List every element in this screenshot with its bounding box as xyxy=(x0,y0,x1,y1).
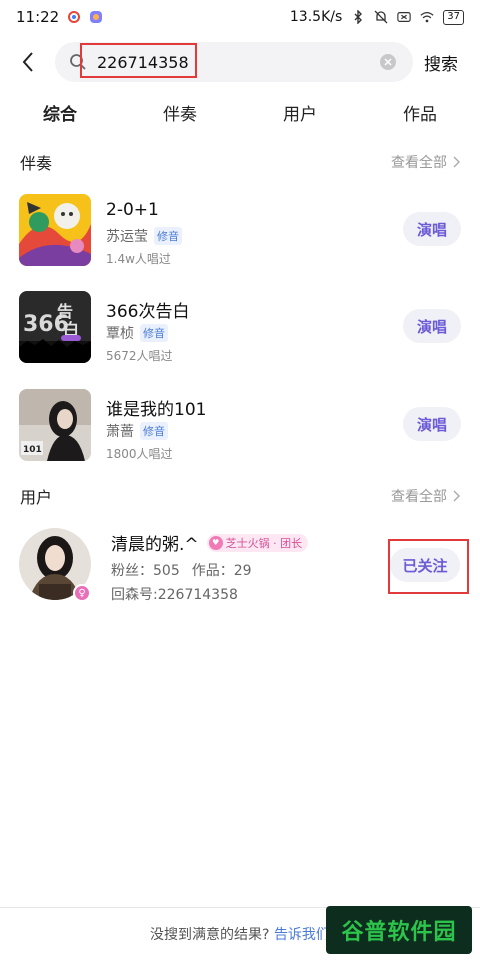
artist-name: 覃桢 xyxy=(106,326,134,342)
user-name-row: 清晨的粥.^ ♥ 芝士火锅 · 团长 xyxy=(111,530,309,555)
sim-off-icon xyxy=(397,10,411,24)
song-title: 2-0+1 xyxy=(106,200,159,220)
tab-comprehensive[interactable]: 综合 xyxy=(0,100,120,134)
feedback-link[interactable]: 告诉我们 xyxy=(274,927,330,943)
search-header: 搜索 xyxy=(0,42,480,82)
see-all-label: 查看全部 xyxy=(391,155,447,171)
clear-icon[interactable] xyxy=(380,54,396,70)
song-cover-image xyxy=(19,194,91,266)
works-count: 作品：29 xyxy=(191,563,252,579)
sing-count: 5672人唱过 xyxy=(106,349,173,363)
user-id: 回森号:226714358 xyxy=(111,587,238,603)
artist-name: 萧蔷 xyxy=(106,424,134,440)
app-notification-icon xyxy=(89,10,103,24)
user-name: 清晨的粥.^ xyxy=(111,535,199,555)
song-title: 谁是我的101 xyxy=(106,400,207,420)
fans-count: 粉丝：505 xyxy=(111,563,180,579)
app-notification-icon xyxy=(67,10,81,24)
user-stats: 粉丝：505 作品：29 xyxy=(111,560,252,580)
chevron-right-icon xyxy=(453,156,460,168)
svg-text:101: 101 xyxy=(23,445,42,455)
battery-indicator: 37 xyxy=(443,9,464,25)
tab-bar: 综合 伴奏 用户 作品 xyxy=(0,100,480,134)
see-all-users-link[interactable]: 查看全部 xyxy=(391,486,460,506)
song-item[interactable]: 366 告 白 366次告白 覃桢 修音 5672人唱过 演唱 xyxy=(19,291,461,365)
song-artist: 覃桢 修音 xyxy=(106,323,168,343)
net-speed: 13.5K/s xyxy=(289,9,343,25)
sing-button[interactable]: 演唱 xyxy=(403,309,461,343)
mute-bell-icon xyxy=(374,10,388,24)
accompaniment-section-header: 伴奏 查看全部 xyxy=(20,150,460,174)
artist-name: 苏运莹 xyxy=(106,229,148,245)
sing-button[interactable]: 演唱 xyxy=(403,212,461,246)
song-item[interactable]: 2-0+1 苏运莹 修音 1.4w人唱过 演唱 xyxy=(19,194,461,268)
feedback-text: 没搜到满意的结果? xyxy=(150,927,270,943)
back-arrow-icon xyxy=(22,52,33,72)
tuning-tag: 修音 xyxy=(140,324,168,342)
wifi-icon xyxy=(420,10,434,24)
song-artist: 萧蔷 修音 xyxy=(106,421,168,441)
sing-count: 1.4w人唱过 xyxy=(106,252,171,266)
user-group-badge: ♥ 芝士火锅 · 团长 xyxy=(206,533,309,552)
section-title: 伴奏 xyxy=(20,154,53,173)
back-button[interactable] xyxy=(14,46,42,78)
song-item[interactable]: 101 谁是我的101 萧蔷 修音 1800人唱过 演唱 xyxy=(19,389,461,463)
tuning-tag: 修音 xyxy=(140,422,168,440)
sing-count: 1800人唱过 xyxy=(106,447,173,461)
song-artist: 苏运莹 修音 xyxy=(106,226,182,246)
song-cover-image: 101 xyxy=(19,389,91,461)
sing-button[interactable]: 演唱 xyxy=(403,407,461,441)
follow-highlight-box xyxy=(388,539,469,594)
search-highlight-box xyxy=(80,43,197,78)
see-all-accompaniment-link[interactable]: 查看全部 xyxy=(391,152,460,172)
watermark-logo: 谷普软件园 xyxy=(326,906,472,954)
tab-works[interactable]: 作品 xyxy=(360,100,480,134)
section-title: 用户 xyxy=(20,488,53,507)
status-bar: 11:22 13.5K/s 37 xyxy=(0,0,480,34)
song-cover-image: 366 告 白 xyxy=(19,291,91,363)
chevron-right-icon xyxy=(453,490,460,502)
female-gender-icon: ♀ xyxy=(73,584,91,602)
tuning-tag: 修音 xyxy=(154,227,182,245)
search-button[interactable]: 搜索 xyxy=(424,50,458,75)
song-title: 366次告白 xyxy=(106,302,190,322)
user-badge-label: 芝士火锅 · 团长 xyxy=(225,536,303,550)
bluetooth-icon xyxy=(351,10,365,24)
user-section-header: 用户 查看全部 xyxy=(20,484,460,508)
tab-users[interactable]: 用户 xyxy=(240,100,360,134)
status-time: 11:22 xyxy=(16,8,60,26)
heart-badge-icon: ♥ xyxy=(208,535,223,550)
svg-text:告: 告 xyxy=(57,302,73,321)
see-all-label: 查看全部 xyxy=(391,489,447,505)
tab-accompaniment[interactable]: 伴奏 xyxy=(120,100,240,134)
